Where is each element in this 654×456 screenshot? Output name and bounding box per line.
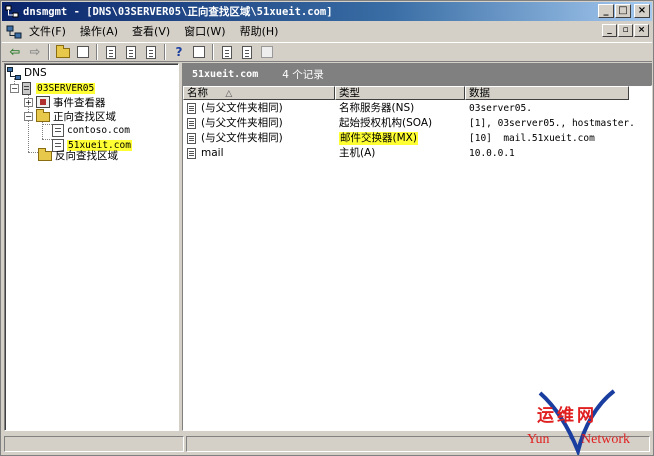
column-label-data: 数据 xyxy=(469,87,490,99)
tree-label-event-viewer: 事件查看器 xyxy=(53,96,106,109)
tree-node-dns[interactable]: DNS xyxy=(7,66,47,80)
record-icon xyxy=(187,133,196,144)
close-button[interactable]: × xyxy=(634,4,650,18)
toolbar: ⇦ ⇨ ? xyxy=(2,42,652,62)
show-tree-icon[interactable] xyxy=(73,43,93,61)
export-icon[interactable] xyxy=(141,43,161,61)
tree-label-dns: DNS xyxy=(24,67,47,79)
record-name: (与父文件夹相同) xyxy=(201,117,283,129)
zone-icon[interactable] xyxy=(257,43,277,61)
toolbar-separator xyxy=(96,44,98,60)
dns-app-icon xyxy=(5,5,19,19)
column-header-type[interactable]: 类型 xyxy=(335,86,465,100)
sort-ascending-icon: △ xyxy=(225,89,233,99)
properties-icon[interactable] xyxy=(101,43,121,61)
tree-label-reverse-zones: 反向查找区域 xyxy=(55,149,118,162)
menu-help[interactable]: 帮助(H) xyxy=(233,23,286,40)
folder-icon xyxy=(36,108,50,123)
collapse-icon[interactable]: − xyxy=(10,83,19,93)
help-icon[interactable]: ? xyxy=(169,43,189,61)
collapse-icon[interactable]: − xyxy=(24,111,33,121)
tree-node-forward-zones[interactable]: − 正向查找区域 xyxy=(24,108,116,123)
zone-icon xyxy=(52,123,64,137)
tree-node-server[interactable]: − 03SERVER05 xyxy=(10,81,96,95)
record-type-highlighted: 邮件交换器(MX) xyxy=(339,132,418,145)
record-name: mail xyxy=(201,147,224,159)
record-type: 起始授权机构(SOA) xyxy=(339,117,433,129)
status-panel-right xyxy=(186,436,650,452)
console-tree-icon[interactable] xyxy=(189,43,209,61)
up-folder-icon[interactable] xyxy=(53,43,73,61)
record-type: 主机(A) xyxy=(339,147,376,159)
record-row-ns[interactable]: (与父文件夹相同) 名称服务器(NS) 03server05. xyxy=(183,101,651,116)
status-panel-left xyxy=(4,436,184,452)
menu-view[interactable]: 查看(V) xyxy=(125,23,177,40)
record-row-a[interactable]: mail 主机(A) 10.0.0.1 xyxy=(183,146,651,161)
child-restore-button[interactable]: ▫ xyxy=(618,24,633,37)
console-tree[interactable]: DNS − 03SERVER05 + 事件查看器 − 正向查找区域 contos… xyxy=(4,63,179,431)
column-header-name[interactable]: 名称 △ xyxy=(183,86,335,100)
column-label-name: 名称 xyxy=(187,87,208,99)
tree-label-contoso: contoso.com xyxy=(67,124,130,136)
record-list[interactable]: 名称 △ 类型 数据 (与父文件夹相同) 名称服务器(NS) 03server0… xyxy=(182,85,652,431)
server-icon[interactable] xyxy=(217,43,237,61)
record-type: 名称服务器(NS) xyxy=(339,102,415,114)
tree-label-server: 03SERVER05 xyxy=(36,82,96,94)
record-name: (与父文件夹相同) xyxy=(201,102,283,114)
window-title: dnsmgmt - [DNS\03SERVER05\正向查找区域\51xueit… xyxy=(23,6,333,18)
folder-icon xyxy=(38,147,52,162)
event-viewer-icon xyxy=(36,96,50,108)
minimize-button[interactable]: _ xyxy=(598,4,614,18)
child-minimize-button[interactable]: _ xyxy=(602,24,617,37)
tree-line xyxy=(42,139,52,140)
record-icon xyxy=(187,118,196,129)
forward-icon[interactable]: ⇨ xyxy=(25,43,45,61)
dns-icon xyxy=(7,66,21,80)
record-row-soa[interactable]: (与父文件夹相同) 起始授权机构(SOA) [1], 03server05., … xyxy=(183,116,651,131)
maximize-button[interactable]: □ xyxy=(615,4,631,18)
record-icon[interactable] xyxy=(237,43,257,61)
menu-bar: 文件(F) 操作(A) 查看(V) 窗口(W) 帮助(H) _ ▫ × xyxy=(2,22,652,41)
refresh-icon[interactable] xyxy=(121,43,141,61)
toolbar-separator xyxy=(212,44,214,60)
record-data: [10] mail.51xueit.com xyxy=(469,133,595,144)
tree-node-contoso[interactable]: contoso.com xyxy=(52,123,130,137)
record-icon xyxy=(187,148,196,159)
tree-node-event-viewer[interactable]: + 事件查看器 xyxy=(24,95,106,109)
server-icon xyxy=(22,81,33,95)
menu-action[interactable]: 操作(A) xyxy=(73,23,125,40)
title-bar[interactable]: dnsmgmt - [DNS\03SERVER05\正向查找区域\51xueit… xyxy=(2,2,652,21)
tree-node-reverse-zones[interactable]: 反向查找区域 xyxy=(38,147,118,162)
tree-line xyxy=(42,124,52,125)
column-header-data[interactable]: 数据 xyxy=(465,86,629,100)
record-icon xyxy=(187,103,196,114)
record-row-mx[interactable]: (与父文件夹相同) 邮件交换器(MX) [10] mail.51xueit.co… xyxy=(183,131,651,146)
record-count: 4 个记录 xyxy=(282,68,324,81)
record-data: 03server05. xyxy=(469,103,532,114)
mmc-window: dnsmgmt - [DNS\03SERVER05\正向查找区域\51xueit… xyxy=(0,0,654,456)
menu-file[interactable]: 文件(F) xyxy=(22,23,73,40)
details-header: 51xueit.com 4 个记录 xyxy=(182,63,652,85)
menu-window[interactable]: 窗口(W) xyxy=(177,23,232,40)
toolbar-separator xyxy=(48,44,50,60)
record-data: 10.0.0.1 xyxy=(469,148,515,159)
column-label-type: 类型 xyxy=(339,87,360,99)
details-zone-name: 51xueit.com xyxy=(192,68,259,80)
console-icon[interactable] xyxy=(6,25,22,39)
tree-label-forward-zones: 正向查找区域 xyxy=(53,110,116,123)
record-name: (与父文件夹相同) xyxy=(201,132,283,144)
toolbar-separator xyxy=(164,44,166,60)
tree-line xyxy=(28,152,38,153)
record-data: [1], 03server05., hostmaster. xyxy=(469,118,635,129)
expand-icon[interactable]: + xyxy=(24,97,33,107)
child-close-button[interactable]: × xyxy=(634,24,649,37)
back-icon[interactable]: ⇦ xyxy=(5,43,25,61)
status-bar xyxy=(2,434,652,454)
